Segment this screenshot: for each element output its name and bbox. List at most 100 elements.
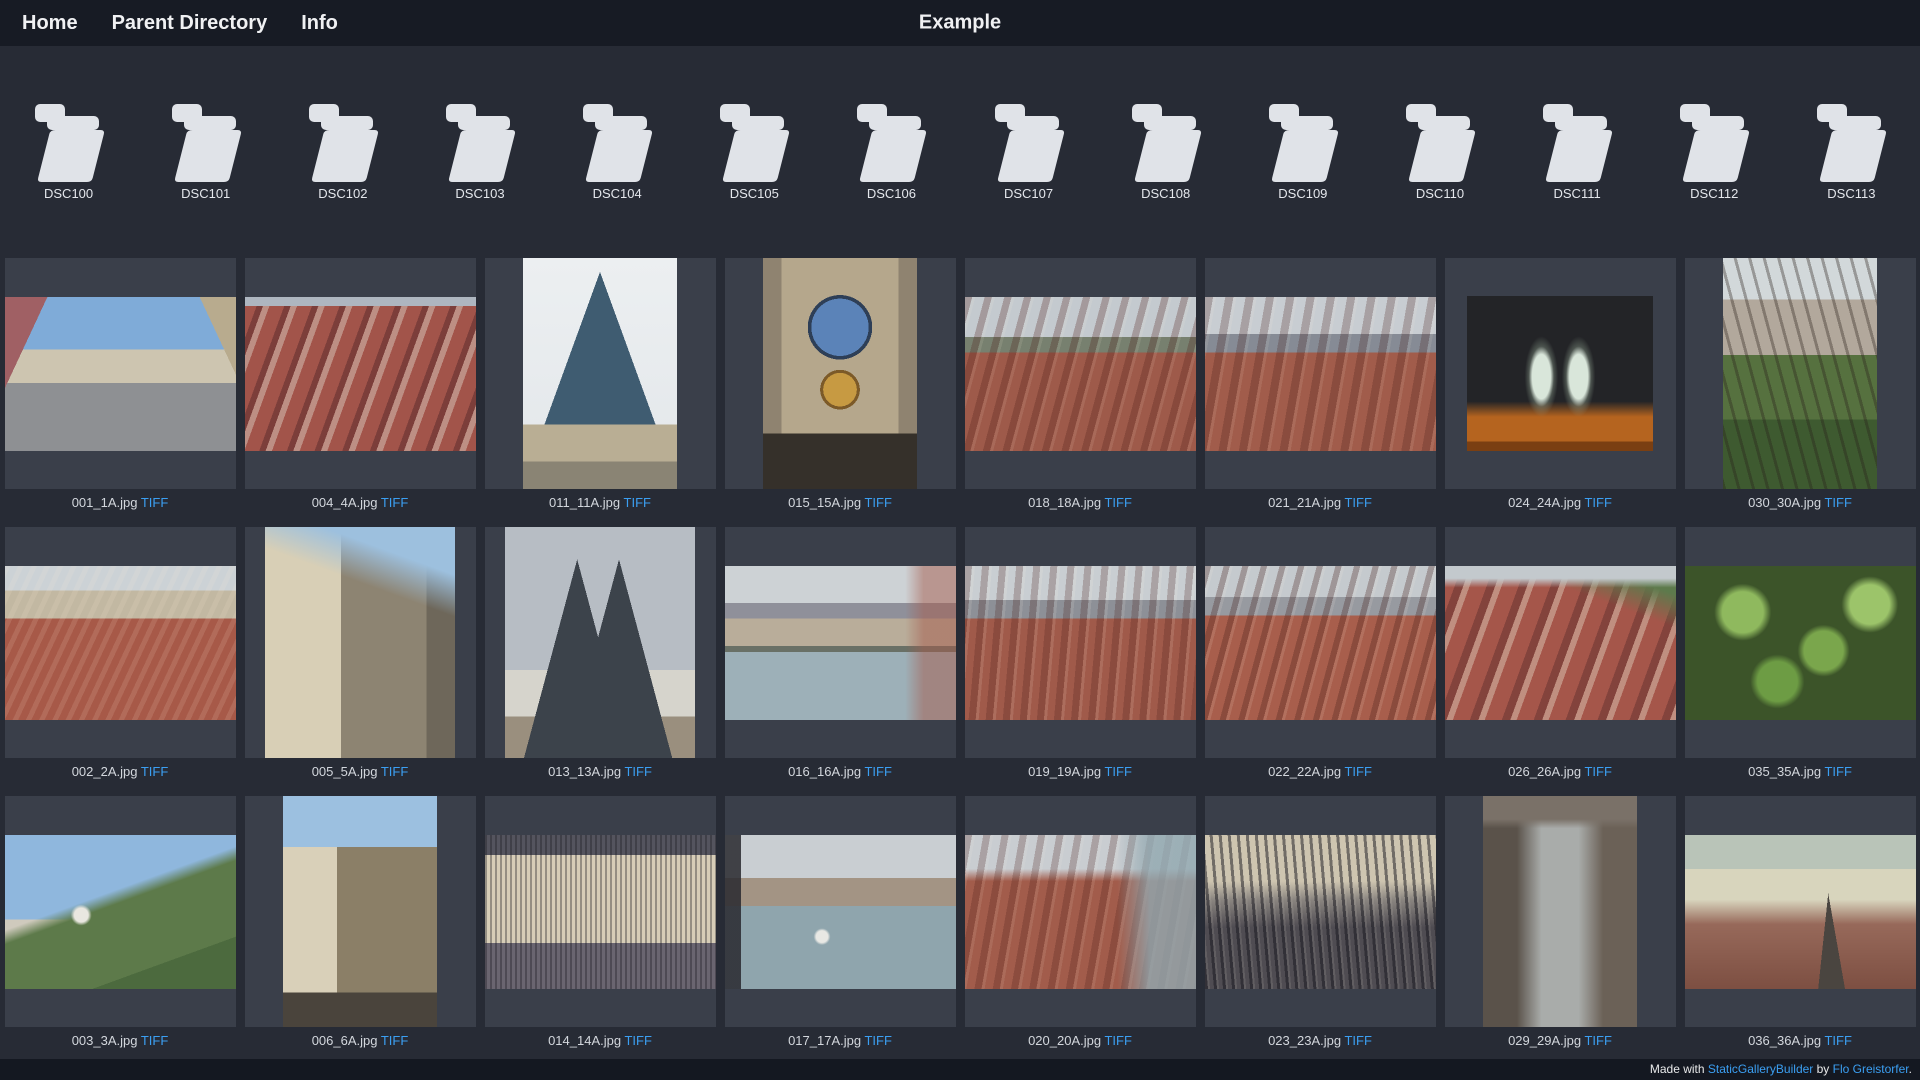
builder-link[interactable]: StaticGalleryBuilder [1708,1062,1813,1076]
tiff-link[interactable]: TIFF [381,764,408,779]
photo-caption: 017_17A.jpg TIFF [788,1033,892,1048]
photo-thumbnail[interactable] [1483,796,1637,1027]
tiff-link[interactable]: TIFF [1344,764,1371,779]
photo-thumbnail[interactable] [505,527,695,758]
tiff-link[interactable]: TIFF [1104,1033,1131,1048]
photo-thumbnail[interactable] [5,297,236,451]
folder-item[interactable]: DSC104 [549,100,686,202]
folder-item[interactable]: DSC101 [137,100,274,202]
photo-thumbnail[interactable] [763,258,917,489]
photo-thumbnail[interactable] [725,835,956,989]
photo-thumbnail[interactable] [1723,258,1877,489]
footer: Made with StaticGalleryBuilder by Flo Gr… [0,1059,1920,1080]
tiff-link[interactable]: TIFF [1344,1033,1371,1048]
photo-thumbnail[interactable] [1205,297,1436,451]
footer-text: by [1813,1062,1832,1076]
tiff-link[interactable]: TIFF [864,1033,891,1048]
tiff-link[interactable]: TIFF [141,764,168,779]
tiff-link[interactable]: TIFF [1824,495,1851,510]
gallery-item: 015_15A.jpg TIFF [720,258,960,510]
photo-card [1205,258,1436,489]
photo-caption: 018_18A.jpg TIFF [1028,495,1132,510]
gallery-item: 026_26A.jpg TIFF [1440,527,1680,779]
nav-link-info[interactable]: Info [301,12,338,35]
photo-card [1445,258,1676,489]
gallery-item: 022_22A.jpg TIFF [1200,527,1440,779]
photo-filename: 030_30A.jpg [1748,495,1821,510]
photo-card [725,527,956,758]
folder-item[interactable]: DSC109 [1234,100,1371,202]
folder-strip: DSC100DSC101DSC102DSC103DSC104DSC105DSC1… [0,46,1920,202]
photo-caption: 035_35A.jpg TIFF [1748,764,1852,779]
tiff-link[interactable]: TIFF [141,1033,168,1048]
tiff-link[interactable]: TIFF [381,1033,408,1048]
tiff-link[interactable]: TIFF [1584,764,1611,779]
photo-thumbnail[interactable] [5,835,236,989]
tiff-link[interactable]: TIFF [624,1033,651,1048]
folder-icon [1676,100,1752,186]
tiff-link[interactable]: TIFF [624,764,651,779]
folder-item[interactable]: DSC105 [686,100,823,202]
folder-item[interactable]: DSC112 [1646,100,1783,202]
photo-thumbnail[interactable] [283,796,437,1027]
folder-item[interactable]: DSC113 [1783,100,1920,202]
photo-thumbnail[interactable] [485,835,716,989]
photo-thumbnail[interactable] [523,258,677,489]
photo-thumbnail[interactable] [1205,835,1436,989]
folder-item[interactable]: DSC103 [411,100,548,202]
tiff-link[interactable]: TIFF [624,495,651,510]
photo-card [725,258,956,489]
tiff-link[interactable]: TIFF [1104,495,1131,510]
tiff-link[interactable]: TIFF [1824,1033,1851,1048]
photo-thumbnail[interactable] [265,527,455,758]
folder-item[interactable]: DSC100 [0,100,137,202]
photo-thumbnail[interactable] [1685,835,1916,989]
photo-filename: 018_18A.jpg [1028,495,1101,510]
gallery-item: 021_21A.jpg TIFF [1200,258,1440,510]
tiff-link[interactable]: TIFF [381,495,408,510]
photo-thumbnail[interactable] [965,835,1196,989]
photo-filename: 013_13A.jpg [548,764,621,779]
photo-thumbnail[interactable] [5,566,236,720]
folder-item[interactable]: DSC111 [1509,100,1646,202]
photo-thumbnail[interactable] [725,566,956,720]
folder-item[interactable]: DSC108 [1097,100,1234,202]
gallery-item: 019_19A.jpg TIFF [960,527,1200,779]
folder-label: DSC100 [44,186,93,202]
gallery-row: 001_1A.jpg TIFF004_4A.jpg TIFF011_11A.jp… [0,258,1920,510]
folder-item[interactable]: DSC107 [960,100,1097,202]
photo-thumbnail[interactable] [1467,296,1653,451]
tiff-link[interactable]: TIFF [864,764,891,779]
photo-thumbnail[interactable] [1205,566,1436,720]
nav-link-parent-directory[interactable]: Parent Directory [112,12,268,35]
photo-caption: 026_26A.jpg TIFF [1508,764,1612,779]
tiff-link[interactable]: TIFF [1104,764,1131,779]
photo-caption: 005_5A.jpg TIFF [312,764,409,779]
photo-thumbnail[interactable] [965,297,1196,451]
tiff-link[interactable]: TIFF [141,495,168,510]
folder-item[interactable]: DSC106 [823,100,960,202]
photo-caption: 029_29A.jpg TIFF [1508,1033,1612,1048]
photo-thumbnail[interactable] [245,297,476,451]
tiff-link[interactable]: TIFF [864,495,891,510]
author-link[interactable]: Flo Greistorfer [1833,1062,1909,1076]
gallery-item: 018_18A.jpg TIFF [960,258,1200,510]
folder-item[interactable]: DSC102 [274,100,411,202]
photo-thumbnail[interactable] [1685,566,1916,720]
folder-label: DSC109 [1278,186,1327,202]
folder-item[interactable]: DSC110 [1371,100,1508,202]
gallery-item: 013_13A.jpg TIFF [480,527,720,779]
tiff-link[interactable]: TIFF [1584,495,1611,510]
folder-icon [853,100,929,186]
tiff-link[interactable]: TIFF [1584,1033,1611,1048]
tiff-link[interactable]: TIFF [1344,495,1371,510]
photo-thumbnail[interactable] [1445,566,1676,720]
tiff-link[interactable]: TIFF [1824,764,1851,779]
photo-filename: 016_16A.jpg [788,764,861,779]
photo-caption: 015_15A.jpg TIFF [788,495,892,510]
photo-card [245,796,476,1027]
nav-link-home[interactable]: Home [22,12,78,35]
photo-thumbnail[interactable] [965,566,1196,720]
photo-card [485,527,716,758]
folder-label: DSC110 [1416,186,1464,202]
